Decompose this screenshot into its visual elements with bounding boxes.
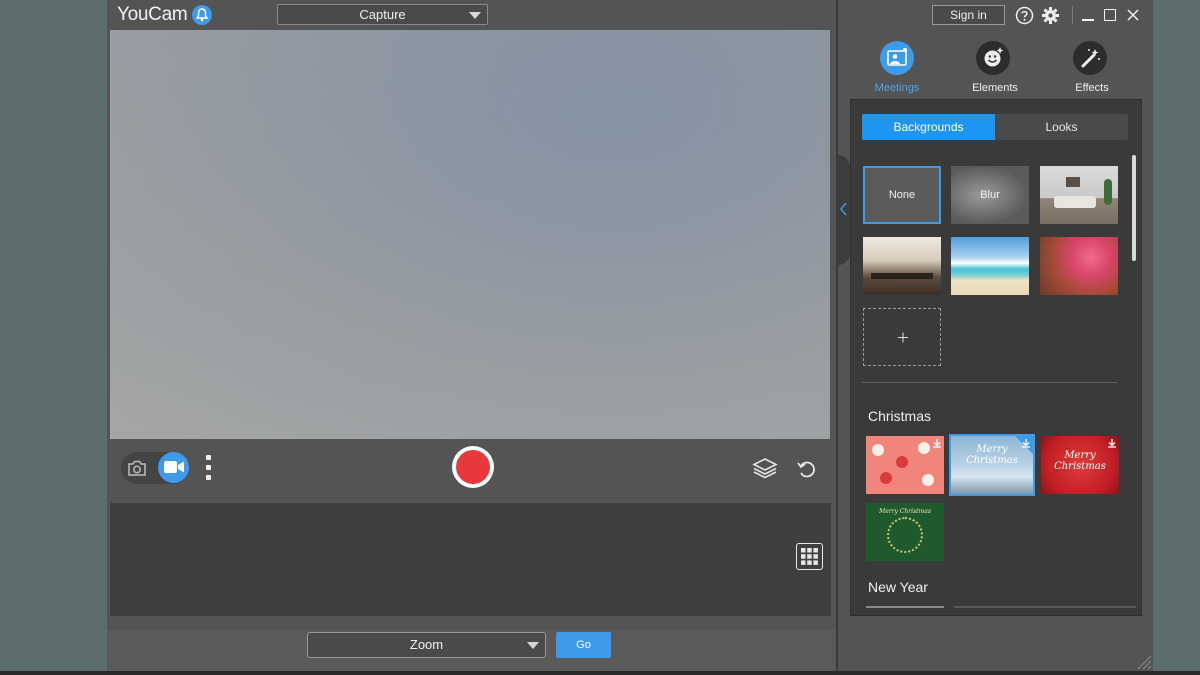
tab-meetings[interactable]: Meetings — [857, 82, 937, 94]
meeting-app-select[interactable]: Zoom — [307, 632, 546, 658]
section-christmas-title: Christmas — [868, 408, 932, 424]
background-blur[interactable]: Blur — [951, 166, 1029, 224]
header-separator — [1072, 6, 1073, 24]
section-new-year-title: New Year — [868, 579, 928, 595]
camera-preview — [110, 30, 830, 439]
collapse-panel-handle[interactable] — [837, 155, 850, 265]
more-options-icon[interactable] — [204, 455, 212, 485]
minimize-icon[interactable] — [1082, 19, 1094, 21]
chevron-down-icon — [469, 12, 481, 19]
download-icon — [933, 439, 941, 448]
camera-icon[interactable] — [126, 458, 148, 478]
rotate-icon[interactable] — [796, 458, 818, 485]
chevron-down-icon — [527, 642, 539, 649]
tab-elements[interactable]: Elements — [955, 82, 1035, 94]
smiley-sticker-icon[interactable] — [976, 41, 1010, 75]
new-year-thumb-partial[interactable] — [866, 606, 944, 608]
record-button[interactable] — [452, 446, 494, 488]
meetings-icon[interactable] — [880, 41, 914, 75]
notification-bell-icon[interactable] — [192, 5, 212, 25]
capture-mode-value: Capture — [359, 7, 406, 22]
background-beach[interactable] — [951, 237, 1029, 295]
layers-icon[interactable] — [752, 457, 778, 484]
background-merry-christmas-red[interactable]: Merry Christmas — [1041, 436, 1119, 494]
media-strip — [110, 503, 831, 616]
magic-wand-icon[interactable] — [1073, 41, 1107, 75]
background-merry-christmas-snow[interactable]: Merry Christmas — [949, 434, 1035, 496]
merry-christmas-green-text: Merry Christmas — [879, 508, 931, 515]
sign-in-button[interactable]: Sign in — [932, 5, 1005, 25]
help-icon[interactable] — [1015, 6, 1034, 30]
settings-gear-icon[interactable] — [1041, 6, 1060, 30]
grid-view-icon[interactable] — [796, 543, 823, 570]
merry-christmas-red-text: Merry Christmas — [1054, 450, 1106, 472]
background-restaurant[interactable] — [863, 237, 941, 295]
tab-looks[interactable]: Looks — [995, 114, 1128, 140]
go-button[interactable]: Go — [556, 632, 611, 658]
tab-effects[interactable]: Effects — [1052, 82, 1132, 94]
meeting-app-value: Zoom — [409, 637, 444, 652]
background-living-room[interactable] — [1040, 166, 1118, 224]
background-christmas-pattern[interactable] — [866, 436, 944, 494]
video-camera-icon[interactable] — [158, 452, 189, 483]
panel-scrollbar[interactable] — [1132, 155, 1136, 261]
section-divider — [862, 382, 1117, 383]
app-logo: YouCam — [117, 4, 188, 25]
download-icon — [1108, 439, 1116, 448]
close-icon[interactable] — [1126, 8, 1140, 27]
download-icon — [1022, 439, 1030, 448]
maximize-icon[interactable] — [1104, 9, 1116, 21]
add-background-button[interactable] — [863, 308, 941, 366]
background-merry-christmas-green[interactable]: Merry Christmas — [866, 503, 944, 561]
capture-mode-select[interactable]: Capture — [277, 4, 488, 25]
background-none[interactable]: None — [863, 166, 941, 224]
taskbar-edge — [0, 671, 1200, 675]
new-year-thumb-partial[interactable] — [954, 606, 1136, 608]
tab-backgrounds[interactable]: Backgrounds — [862, 114, 995, 140]
background-autumn-trees[interactable] — [1040, 237, 1118, 295]
